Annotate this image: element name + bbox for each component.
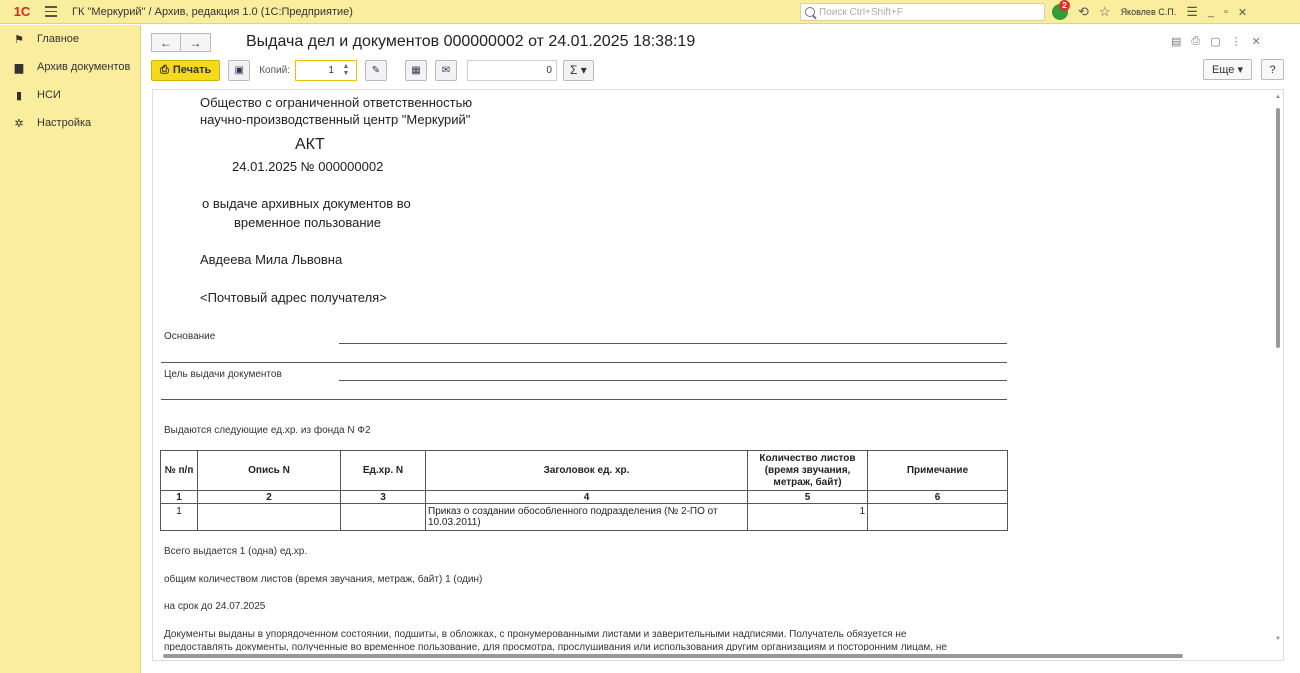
preview-button[interactable]: ▣ (228, 59, 251, 81)
search-placeholder: Поиск Ctrl+Shift+F (819, 6, 903, 18)
cell-title: Приказ о создании обособленного подразде… (425, 503, 748, 531)
act-purpose-line2: временное пользование (234, 215, 382, 230)
sidebar-item-nsi[interactable]: ▮ НСИ (0, 81, 140, 109)
sidebar-item-main[interactable]: ⚑ Главное (0, 25, 140, 53)
notifications-icon[interactable]: 2 (1052, 0, 1070, 20)
act-purpose-line1: о выдаче архивных документов во (202, 196, 411, 211)
edit-button[interactable]: ✎ (364, 59, 387, 81)
basis-line-2 (161, 362, 1007, 363)
more-icon[interactable]: ⋮ (1231, 35, 1242, 48)
copies-stepper[interactable]: ▲ ▼ (338, 63, 354, 78)
sidebar: ⚑ Главное ▆ Архив документов ▮ НСИ ✲ Нас… (0, 25, 141, 673)
col-number: 4 (425, 490, 748, 504)
user-name[interactable]: Яковлев С.П. (1121, 7, 1177, 17)
books-icon: ▮ (15, 89, 23, 102)
restore-icon[interactable]: ▫ (1224, 6, 1228, 18)
archive-icon: ▆ (14, 61, 24, 74)
term-text: на срок до 24.07.2025 (164, 601, 266, 612)
printer-icon: ⎙ (160, 63, 169, 76)
col-header: Ед.хр. N (340, 450, 426, 491)
cell-opis (197, 503, 341, 531)
org-name-line1: Общество с ограниченной ответственностью (200, 95, 473, 110)
col-header: Заголовок ед. хр. (425, 450, 748, 491)
menu-icon[interactable] (40, 0, 62, 24)
history-icon[interactable]: ⟲ (1078, 4, 1089, 20)
save-icon[interactable]: ▤ (1171, 35, 1181, 48)
copies-label: Копий: (259, 64, 290, 76)
col-header: Количество листов (время звучания, метра… (747, 450, 868, 491)
sidebar-item-label: Архив документов (37, 61, 131, 73)
preview-icon[interactable]: ▢ (1210, 35, 1220, 48)
print-icon[interactable]: ⎙ (1191, 35, 1200, 48)
minimize-icon[interactable]: _ (1208, 6, 1214, 18)
print-button[interactable]: ⎙ Печать (151, 59, 221, 81)
title-bar: 1C ГК "Меркурий" / Архив, редакция 1.0 (… (0, 0, 1300, 24)
sum-button[interactable]: Σ ▾ (562, 59, 594, 81)
forward-button[interactable]: → (181, 33, 211, 52)
document-form: ← → Выдача дел и документов 000000002 от… (141, 25, 1300, 673)
final-text-line1: Документы выданы в упорядоченном состоян… (164, 629, 907, 640)
page-title: Выдача дел и документов 000000002 от 24.… (246, 33, 696, 50)
basis-label: Основание (164, 331, 216, 342)
horizontal-scroll-thumb[interactable] (163, 654, 1183, 658)
horizontal-scrollbar[interactable] (153, 651, 1275, 660)
settings-menu-icon[interactable]: ☰ (1186, 4, 1198, 20)
copies-input[interactable]: 1 ▲ ▼ (294, 59, 357, 81)
1c-logo[interactable]: 1C (4, 0, 40, 24)
col-header: Примечание (867, 450, 1008, 491)
close-form-icon[interactable]: ✕ (1252, 35, 1261, 48)
org-name-line2: научно-производственный центр "Меркурий" (200, 112, 471, 127)
vertical-scroll-thumb[interactable] (1276, 108, 1280, 348)
scroll-up-icon[interactable]: ▲ (1275, 94, 1281, 100)
more-button[interactable]: Еще ▾ (1203, 59, 1252, 80)
recipient-address: <Почтовый адрес получателя> (200, 290, 387, 305)
search-input[interactable]: Поиск Ctrl+Shift+F (800, 3, 1045, 21)
gear-icon: ✲ (14, 117, 24, 130)
cell-ed (340, 503, 426, 531)
goal-line-2 (161, 399, 1007, 400)
close-icon[interactable]: ✕ (1238, 6, 1247, 19)
sum-field[interactable]: 0 (466, 59, 557, 81)
sidebar-item-label: Настройка (37, 117, 92, 129)
report-area[interactable]: Общество с ограниченной ответственностью… (152, 89, 1284, 661)
fund-text: Выдаются следующие ед.хр. из фонда N Ф2 (164, 425, 371, 436)
sidebar-item-label: НСИ (37, 89, 61, 101)
items-table: № п/п Опись N Ед.хр. N Заголовок ед. хр.… (160, 450, 1008, 531)
help-button[interactable]: ? (1261, 59, 1284, 80)
cell-n: 1 (160, 503, 198, 531)
cell-note (867, 503, 1008, 531)
goal-line (339, 380, 1007, 381)
col-number: 3 (340, 490, 426, 504)
sidebar-item-label: Главное (37, 33, 80, 45)
search-icon (805, 7, 815, 17)
col-header: № п/п (160, 450, 198, 491)
save-file-button[interactable]: ▦ (404, 59, 427, 81)
sidebar-item-archive[interactable]: ▆ Архив документов (0, 53, 140, 81)
col-number: 2 (197, 490, 341, 504)
col-number: 5 (747, 490, 868, 504)
sidebar-item-settings[interactable]: ✲ Настройка (0, 109, 140, 137)
table-row: 1 Приказ о создании обособленного подраз… (160, 503, 1008, 531)
total-text: Всего выдается 1 (одна) ед.хр. (164, 546, 308, 557)
col-header: Опись N (197, 450, 341, 491)
back-button[interactable]: ← (151, 33, 181, 52)
recipient-name: Авдеева Мила Львовна (200, 252, 343, 267)
act-number: 24.01.2025 № 000000002 (232, 159, 384, 174)
copies-value: 1 (328, 64, 334, 76)
app-title: ГК "Меркурий" / Архив, редакция 1.0 (1С:… (72, 5, 353, 18)
basis-line (339, 343, 1007, 344)
notification-badge: 2 (1059, 0, 1070, 11)
col-number: 1 (160, 490, 198, 504)
favorites-icon[interactable]: ☆ (1099, 4, 1111, 20)
col-number: 6 (867, 490, 1008, 504)
flag-icon: ⚑ (14, 33, 24, 46)
goal-label: Цель выдачи документов (164, 369, 282, 380)
vertical-scrollbar[interactable]: ▲ ▼ (1273, 90, 1283, 660)
act-title: АКТ (295, 136, 325, 153)
cell-qty: 1 (747, 503, 868, 531)
print-button-label: Печать (172, 64, 212, 76)
scroll-down-icon[interactable]: ▼ (1275, 636, 1281, 642)
sheets-text: общим количеством листов (время звучания… (164, 574, 483, 585)
email-button[interactable]: ✉ (434, 59, 457, 81)
